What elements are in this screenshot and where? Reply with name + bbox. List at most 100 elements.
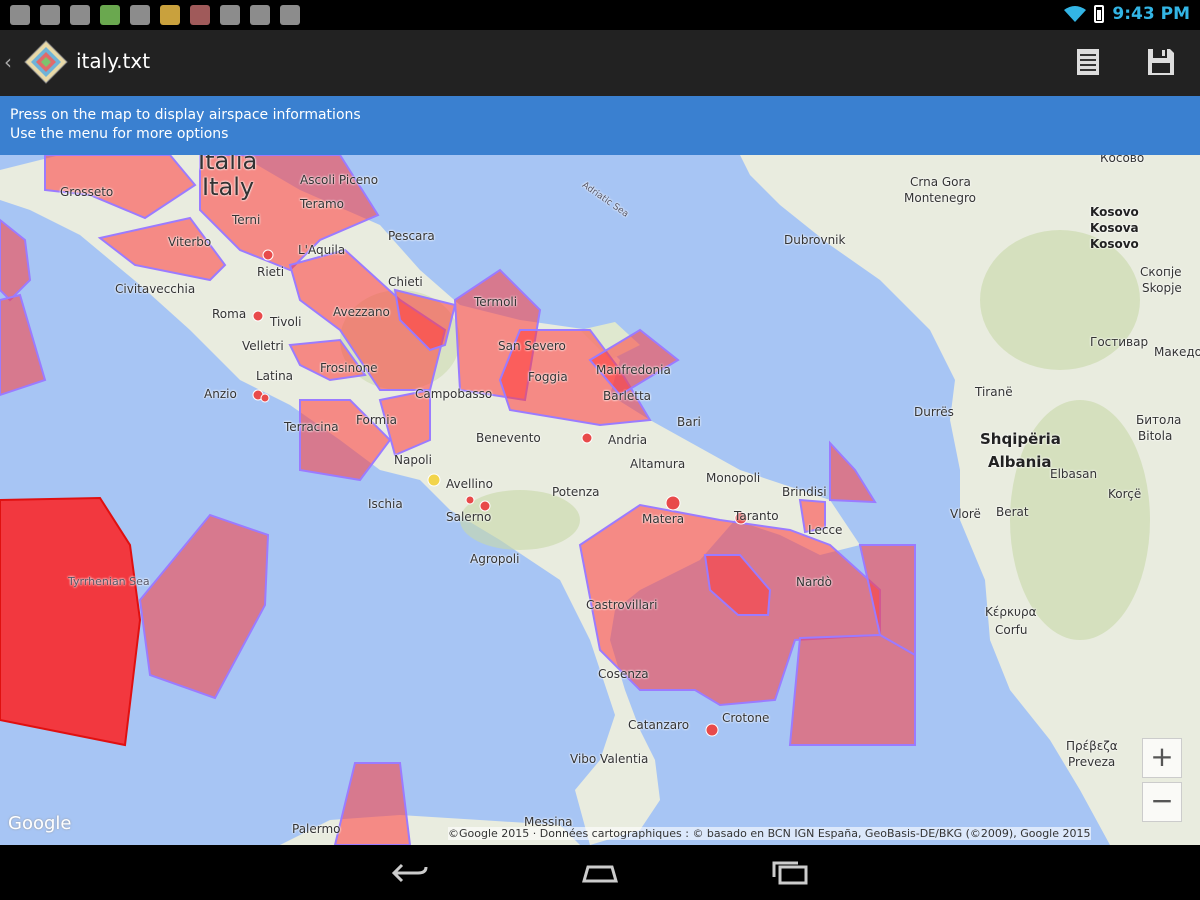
- map-label: Agropoli: [470, 552, 520, 566]
- map-label: Barletta: [603, 389, 651, 403]
- map-label: Potenza: [552, 485, 600, 499]
- airspace-zone[interactable]: [0, 293, 47, 397]
- map-label: San Severo: [498, 339, 566, 353]
- map-label: Avellino: [446, 477, 493, 491]
- map-label: Roma: [212, 307, 247, 321]
- briefcase-icon: [250, 5, 270, 25]
- map-label: Campobasso: [415, 387, 493, 401]
- map-label: Kosova: [1090, 221, 1139, 235]
- city-marker: [252, 310, 264, 322]
- home-icon[interactable]: [578, 859, 622, 887]
- map-label: Tyrrhenian Sea: [68, 575, 150, 588]
- map-label: Κέρκυρα: [985, 605, 1037, 619]
- map-label: Anzio: [204, 387, 237, 401]
- map-label: Andria: [608, 433, 648, 447]
- map-label: Taranto: [734, 509, 779, 523]
- city-marker: [260, 393, 270, 403]
- airspace-zone[interactable]: [0, 218, 32, 302]
- wifi-icon: [1064, 6, 1087, 22]
- shield-icon: [130, 5, 150, 25]
- map-label: Berat: [996, 505, 1029, 519]
- clock: 9:43 PM: [1112, 4, 1190, 24]
- map-label: Montenegro: [904, 191, 977, 205]
- map-label: Latina: [256, 369, 294, 383]
- airspace-zone[interactable]: [829, 440, 877, 504]
- airspace-zone[interactable]: [138, 513, 270, 700]
- banner-line-2: Use the menu for more options: [10, 126, 229, 142]
- map-label: Crotone: [722, 711, 770, 725]
- map-label: Kosovo: [1090, 237, 1139, 251]
- map-label: Chieti: [388, 275, 423, 289]
- navigation-bar: [0, 845, 1200, 900]
- google-logo: Google: [8, 813, 72, 834]
- map-label: Гостивар: [1090, 335, 1149, 349]
- airspace-zone[interactable]: [788, 633, 916, 746]
- map-label: Bari: [677, 415, 701, 429]
- map-label: Nardò: [796, 575, 833, 589]
- map-label: Napoli: [394, 453, 432, 467]
- map-label: Tiranë: [975, 385, 1013, 399]
- app-icon: [100, 5, 120, 25]
- back-chevron-icon[interactable]: ‹: [4, 50, 12, 74]
- map-view[interactable]: Italia Italy Grosseto Ascoli Piceno Tera…: [0, 155, 1200, 845]
- map-label: Palermo: [292, 822, 341, 836]
- map-label: Manfredonia: [596, 363, 671, 377]
- zoom-out-button[interactable]: −: [1142, 782, 1182, 822]
- map-label: Avezzano: [333, 305, 390, 319]
- map-label: Korçë: [1108, 487, 1142, 501]
- map-label: Foggia: [528, 370, 568, 384]
- airspace-zone[interactable]: [333, 762, 412, 845]
- map-label: Monopoli: [706, 471, 761, 485]
- map-label: Tivoli: [270, 315, 302, 329]
- map-label: Dubrovnik: [784, 233, 846, 247]
- map-label: Matera: [642, 512, 685, 526]
- map-label: Skopje: [1142, 281, 1182, 295]
- map-label: Viterbo: [168, 235, 212, 249]
- map-label: Castrovillari: [586, 598, 658, 612]
- image-icon: [40, 5, 60, 25]
- save-button[interactable]: [1143, 44, 1179, 80]
- status-bar: 9:43 PM: [0, 0, 1200, 30]
- map-label: Teramo: [300, 197, 344, 211]
- map-label: Velletri: [242, 339, 284, 353]
- notification-icons: [10, 5, 300, 25]
- terrain-tint: [980, 230, 1140, 370]
- map-label: Косово: [1100, 155, 1145, 165]
- recent-apps-icon[interactable]: [768, 859, 812, 887]
- airspace-zone-restricted[interactable]: [0, 496, 142, 747]
- map-label: Lecce: [808, 523, 843, 537]
- map-attribution[interactable]: ©Google 2015 · Données cartographiques :…: [448, 827, 1091, 840]
- map-label: Civitavecchia: [115, 282, 196, 296]
- map-label: Crna Gora: [910, 175, 971, 189]
- city-marker: [262, 249, 274, 261]
- map-label: Durrës: [914, 405, 954, 419]
- back-icon[interactable]: [388, 859, 432, 887]
- map-label: Vlorë: [950, 507, 981, 521]
- app-logo-icon[interactable]: [24, 40, 68, 84]
- map-label: Ascoli Piceno: [300, 173, 379, 187]
- map-label: Terni: [232, 213, 261, 227]
- action-bar: ‹ italy.txt: [0, 30, 1200, 96]
- banner-line-1: Press on the map to display airspace inf…: [10, 107, 361, 123]
- settings-icon: [10, 5, 30, 25]
- map-label: Brindisi: [782, 485, 827, 499]
- page-title: italy.txt: [76, 49, 151, 73]
- app-icon: [190, 5, 210, 25]
- map-label: Benevento: [476, 431, 541, 445]
- map-label: Preveza: [1068, 755, 1116, 769]
- gamepad-icon: [220, 5, 240, 25]
- map-label: Italia: [198, 155, 258, 175]
- map-canvas[interactable]: [0, 155, 1200, 845]
- map-label: Vibo Valentia: [570, 752, 649, 766]
- map-label: Shqipëria: [980, 430, 1061, 448]
- map-label: Bitola: [1138, 429, 1173, 443]
- city-marker: [581, 432, 593, 444]
- city-marker: [665, 495, 681, 511]
- list-button[interactable]: [1070, 44, 1106, 80]
- map-label: Salerno: [446, 510, 492, 524]
- zoom-in-button[interactable]: +: [1142, 738, 1182, 778]
- battery-icon: [1094, 5, 1105, 23]
- app-icon: [160, 5, 180, 25]
- info-banner: Press on the map to display airspace inf…: [0, 96, 1200, 155]
- map-label: Corfu: [995, 623, 1028, 637]
